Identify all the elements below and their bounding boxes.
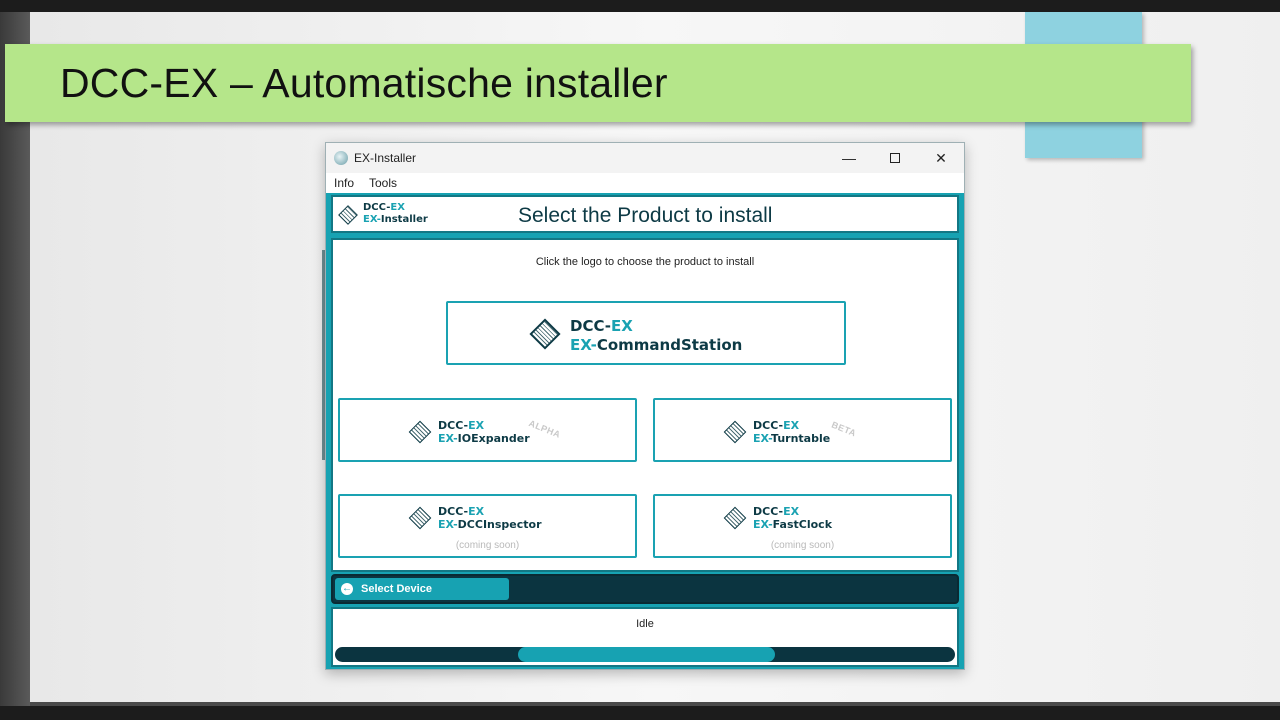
logo-line2: EX-Installer bbox=[363, 214, 428, 225]
installer-window: EX-Installer — ✕ Info Tools DCC-EX EX-In… bbox=[325, 142, 965, 670]
window-title: EX-Installer bbox=[354, 151, 417, 165]
select-device-label: Select Device bbox=[361, 583, 432, 595]
status-text: Idle bbox=[636, 618, 654, 630]
coming-soon-note: (coming soon) bbox=[455, 540, 520, 551]
window-content: DCC-EX EX-Installer Select the Product t… bbox=[326, 193, 964, 669]
maximize-button[interactable] bbox=[872, 143, 918, 173]
product-fastclock-button[interactable]: DCC-EX EX-FastClock (coming soon) bbox=[653, 494, 952, 558]
close-icon: ✕ bbox=[935, 150, 947, 166]
progress-bar-fill bbox=[517, 647, 776, 662]
select-device-button[interactable]: ← Select Device bbox=[335, 578, 509, 600]
dcc-ex-logo-icon bbox=[408, 506, 432, 530]
product-selection-panel: Click the logo to choose the product to … bbox=[331, 238, 959, 572]
dcc-ex-logo-icon bbox=[338, 205, 358, 225]
product-ioexpander-button[interactable]: DCC-EX EX-IOExpander ALPHA bbox=[338, 398, 637, 462]
instruction-text: Click the logo to choose the product to … bbox=[535, 256, 755, 268]
dcc-ex-logo-icon bbox=[723, 420, 747, 444]
product-dccinspector-button[interactable]: DCC-EX EX-DCCInspector (coming soon) bbox=[338, 494, 637, 558]
window-titlebar[interactable]: EX-Installer — ✕ bbox=[326, 143, 964, 173]
alpha-stamp: ALPHA bbox=[527, 418, 563, 440]
menu-tools[interactable]: Tools bbox=[369, 176, 397, 190]
product-name: EX-Turntable bbox=[753, 432, 831, 445]
dcc-ex-logo-icon bbox=[408, 420, 432, 444]
product-name: EX-DCCInspector bbox=[438, 518, 542, 531]
letterbox-top bbox=[0, 0, 1280, 12]
app-icon bbox=[334, 151, 348, 165]
arrow-left-icon: ← bbox=[341, 583, 353, 595]
product-turntable-button[interactable]: DCC-EX EX-Turntable BETA bbox=[653, 398, 952, 462]
slide-title-banner: DCC-EX – Automatische installer bbox=[5, 44, 1191, 122]
menu-info[interactable]: Info bbox=[334, 176, 354, 190]
beta-stamp: BETA bbox=[830, 419, 858, 439]
dcc-ex-logo-icon bbox=[529, 318, 561, 350]
page-title: Select the Product to install bbox=[518, 204, 773, 227]
logo-line1: DCC-EX bbox=[753, 419, 800, 432]
navigation-bar: ← Select Device bbox=[331, 574, 959, 604]
minimize-button[interactable]: — bbox=[826, 143, 872, 173]
product-name: EX-CommandStation bbox=[570, 336, 743, 354]
minimize-icon: — bbox=[842, 150, 856, 166]
logo-line1: DCC-EX bbox=[438, 419, 485, 432]
product-name: EX-IOExpander bbox=[438, 432, 530, 445]
status-panel: Idle bbox=[331, 607, 959, 667]
slide-title: DCC-EX – Automatische installer bbox=[60, 60, 668, 106]
product-commandstation-button[interactable]: DCC-EX EX-CommandStation bbox=[446, 301, 846, 365]
maximize-icon bbox=[890, 153, 900, 163]
coming-soon-note: (coming soon) bbox=[770, 540, 835, 551]
video-frame: DCC-EX – Automatische installer EX-Insta… bbox=[0, 0, 1280, 720]
menu-bar: Info Tools bbox=[326, 173, 964, 193]
header-panel: DCC-EX EX-Installer Select the Product t… bbox=[331, 195, 959, 233]
progress-bar bbox=[335, 647, 955, 662]
dcc-ex-logo-icon bbox=[723, 506, 747, 530]
logo-line1: DCC-EX bbox=[438, 505, 485, 518]
logo-line1: DCC-EX bbox=[570, 317, 633, 335]
letterbox-bottom bbox=[0, 706, 1280, 720]
logo-line1: DCC-EX bbox=[363, 202, 405, 213]
product-name: EX-FastClock bbox=[753, 518, 833, 531]
close-button[interactable]: ✕ bbox=[918, 143, 964, 173]
logo-line1: DCC-EX bbox=[753, 505, 800, 518]
